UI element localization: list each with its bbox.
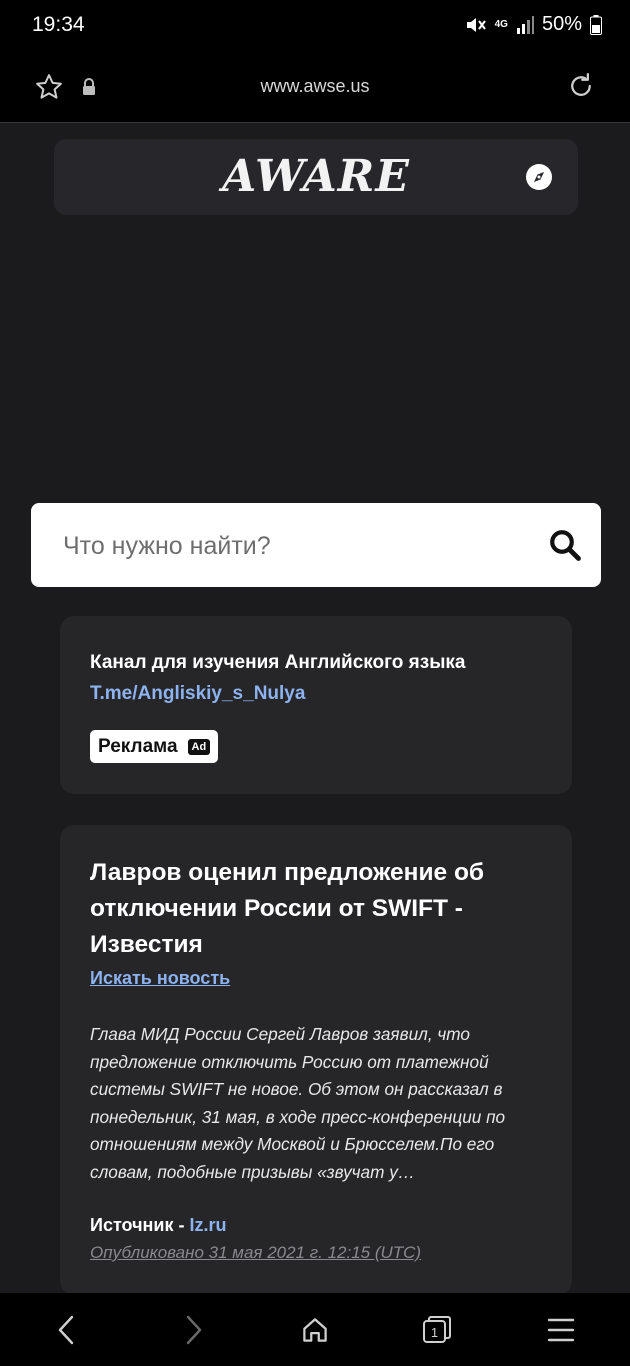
- url-text[interactable]: www.awse.us: [0, 76, 630, 97]
- signal-icon: [516, 15, 534, 34]
- battery-icon: [590, 14, 602, 35]
- ad-badge: Реклама Ad: [90, 730, 219, 763]
- site-logo[interactable]: AWARE: [54, 151, 578, 202]
- browser-nav-bar: 1: [0, 1293, 630, 1366]
- ad-tag: Ad: [187, 738, 211, 755]
- ad-title: Канал для изучения Английского языка: [90, 652, 466, 673]
- news-published-date[interactable]: Опубликовано 31 мая 2021 г. 12:15 (UTC): [90, 1243, 421, 1263]
- search-icon[interactable]: [547, 527, 583, 563]
- menu-icon[interactable]: [544, 1313, 578, 1347]
- news-source-label: Источник -: [90, 1215, 185, 1235]
- status-time: 19:34: [32, 13, 85, 36]
- ad-badge-label: Реклама: [98, 735, 178, 757]
- compass-icon[interactable]: [526, 164, 552, 190]
- status-bar: 19:34 4G 50%: [0, 0, 630, 52]
- home-icon[interactable]: [298, 1313, 332, 1347]
- mute-icon: [465, 15, 487, 35]
- network-type-icon: 4G: [494, 18, 508, 30]
- news-card: Лавров оценил предложение об отключении …: [60, 825, 572, 1295]
- back-icon[interactable]: [50, 1313, 84, 1347]
- tabs-icon[interactable]: 1: [420, 1313, 454, 1347]
- news-title[interactable]: Лавров оценил предложение об отключении …: [90, 855, 550, 963]
- battery-percent: 50%: [541, 13, 582, 35]
- site-header: AWARE: [54, 139, 578, 215]
- ad-link[interactable]: T.me/Angliskiy_s_Nulya: [90, 683, 305, 705]
- tabs-count: 1: [431, 1325, 438, 1340]
- search-news-link[interactable]: Искать новость: [90, 968, 230, 989]
- news-summary: Глава МИД России Сергей Лавров заявил, ч…: [90, 1024, 506, 1182]
- forward-icon[interactable]: [176, 1313, 210, 1347]
- news-source-link[interactable]: Iz.ru: [189, 1215, 226, 1235]
- ad-card: Канал для изучения Английского языка T.m…: [60, 616, 572, 794]
- browser-address-bar: www.awse.us: [0, 52, 630, 123]
- reload-icon[interactable]: [566, 71, 596, 106]
- status-icons: 4G 50%: [465, 13, 602, 36]
- news-source: Источник - Iz.ru: [90, 1215, 227, 1236]
- search-input[interactable]: [61, 503, 535, 589]
- search-box: [31, 503, 601, 589]
